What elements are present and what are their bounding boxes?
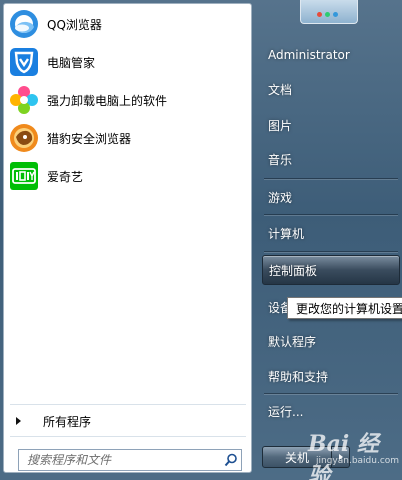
- cheetah-browser-icon: [8, 122, 40, 154]
- right-item-games[interactable]: 游戏: [262, 182, 400, 212]
- control-panel-tooltip: 更改您的计算机设置: [287, 297, 402, 319]
- shutdown-options-button[interactable]: [332, 446, 350, 468]
- uninstaller-icon: [8, 84, 40, 116]
- all-programs-label: 所有程序: [43, 414, 92, 429]
- program-pc-manager[interactable]: 电脑管家: [6, 44, 250, 80]
- all-programs-divider: [10, 404, 246, 405]
- right-item-label: 图片: [268, 118, 293, 133]
- arrow-right-icon: [338, 454, 343, 460]
- right-item-label: 运行...: [268, 404, 304, 419]
- tooltip-text: 更改您的计算机设置: [296, 301, 402, 316]
- right-item-label: 默认程序: [268, 334, 317, 349]
- user-picture-dots: [317, 12, 338, 17]
- iqiyi-icon: [8, 160, 40, 192]
- program-label: 猎豹安全浏览器: [47, 131, 132, 146]
- right-item-computer[interactable]: 计算机: [262, 218, 400, 248]
- right-divider: [264, 251, 398, 252]
- qq-browser-icon: [8, 8, 40, 40]
- right-divider: [264, 178, 398, 179]
- shutdown-button[interactable]: 关机: [262, 446, 332, 468]
- search-box[interactable]: [18, 449, 242, 471]
- shutdown-label: 关机: [284, 450, 309, 465]
- right-item-label: 帮助和支持: [268, 369, 329, 384]
- right-item-label: 控制面板: [269, 263, 318, 278]
- right-item-documents[interactable]: 文档: [262, 74, 400, 104]
- right-divider: [264, 393, 398, 394]
- programs-pane: QQ浏览器 电脑管家 强力卸载电脑上的软件 猎豹安全浏览器 爱奇艺 所有程序 搜…: [3, 3, 252, 473]
- program-label: QQ浏览器: [47, 17, 102, 32]
- program-iqiyi[interactable]: 爱奇艺: [6, 158, 250, 194]
- right-item-help-support[interactable]: 帮助和支持: [262, 361, 400, 391]
- arrow-right-icon: [16, 417, 21, 425]
- right-item-music[interactable]: 音乐: [262, 144, 400, 174]
- right-item-label: 音乐: [268, 152, 293, 167]
- program-qq-browser[interactable]: QQ浏览器: [6, 6, 250, 42]
- start-menu: QQ浏览器 电脑管家 强力卸载电脑上的软件 猎豹安全浏览器 爱奇艺 所有程序 搜…: [0, 0, 402, 480]
- right-item-label: Administrator: [268, 48, 350, 62]
- program-label: 强力卸载电脑上的软件: [47, 93, 168, 108]
- program-label: 爱奇艺: [47, 169, 84, 184]
- program-uninstaller[interactable]: 强力卸载电脑上的软件: [6, 82, 250, 118]
- pc-manager-icon: [8, 46, 40, 78]
- program-cheetah-browser[interactable]: 猎豹安全浏览器: [6, 120, 250, 156]
- search-divider: [10, 436, 246, 437]
- all-programs-button[interactable]: 所有程序: [6, 408, 250, 434]
- right-item-pictures[interactable]: 图片: [262, 110, 400, 140]
- right-item-label: 游戏: [268, 190, 293, 205]
- right-divider: [264, 214, 398, 215]
- right-item-administrator[interactable]: Administrator: [262, 40, 400, 70]
- right-item-default-programs[interactable]: 默认程序: [262, 326, 400, 356]
- search-input[interactable]: [19, 450, 221, 470]
- user-picture[interactable]: [300, 0, 358, 24]
- program-label: 电脑管家: [47, 55, 96, 70]
- search-icon[interactable]: [221, 450, 241, 470]
- right-item-control-panel[interactable]: 控制面板: [262, 255, 400, 285]
- right-item-label: 计算机: [268, 226, 305, 241]
- right-item-label: 文档: [268, 82, 293, 97]
- right-item-run[interactable]: 运行...: [262, 396, 400, 426]
